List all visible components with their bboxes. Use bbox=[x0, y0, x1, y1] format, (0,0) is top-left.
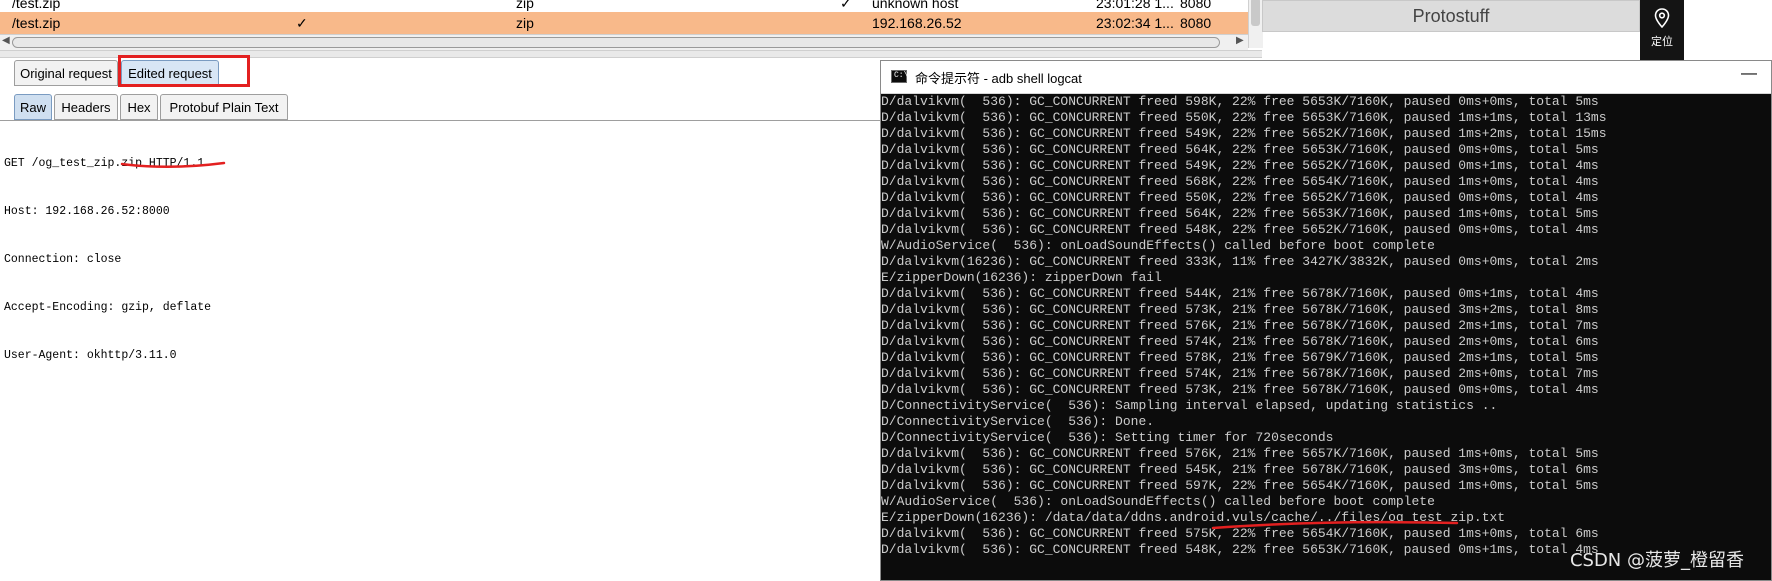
terminal-line: D/dalvikvm(16236): GC_CONCURRENT freed 3… bbox=[881, 254, 1599, 269]
request-line: Accept-Encoding: gzip, deflate bbox=[4, 301, 212, 314]
tab-original-request[interactable]: Original request bbox=[14, 60, 118, 86]
cell-time: 23:01:28 1... bbox=[1096, 0, 1174, 11]
tab-headers[interactable]: Headers bbox=[54, 94, 118, 120]
cmd-app-icon: C:\ bbox=[891, 70, 908, 83]
minimize-button[interactable]: — bbox=[1741, 65, 1757, 83]
terminal-line: D/dalvikvm( 536): GC_CONCURRENT freed 56… bbox=[881, 142, 1599, 157]
tab-divider bbox=[0, 120, 880, 121]
terminal-line: D/dalvikvm( 536): GC_CONCURRENT freed 57… bbox=[881, 302, 1599, 317]
terminal-line: D/dalvikvm( 536): GC_CONCURRENT freed 55… bbox=[881, 190, 1599, 205]
location-pin-icon[interactable] bbox=[1654, 8, 1670, 28]
cell-path: /test.zip bbox=[12, 0, 61, 11]
protostuff-header[interactable]: Protostuff bbox=[1262, 0, 1640, 32]
terminal-line: D/dalvikvm( 536): GC_CONCURRENT freed 57… bbox=[881, 334, 1599, 349]
terminal-line: D/dalvikvm( 536): GC_CONCURRENT freed 59… bbox=[881, 94, 1599, 109]
cell-check: ✓ bbox=[296, 15, 308, 31]
terminal-line: D/dalvikvm( 536): GC_CONCURRENT freed 54… bbox=[881, 462, 1599, 477]
terminal-line: D/dalvikvm( 536): GC_CONCURRENT freed 57… bbox=[881, 382, 1599, 397]
terminal-line: D/dalvikvm( 536): GC_CONCURRENT freed 54… bbox=[881, 126, 1607, 141]
request-line: Connection: close bbox=[4, 253, 122, 266]
tab-protobuf-plain-text[interactable]: Protobuf Plain Text bbox=[160, 94, 288, 120]
cell-extension: zip bbox=[516, 0, 534, 11]
terminal-line: D/ConnectivityService( 536): Setting tim… bbox=[881, 430, 1334, 445]
terminal-line: D/dalvikvm( 536): GC_CONCURRENT freed 55… bbox=[881, 110, 1607, 125]
cell-ip: 192.168.26.52 bbox=[872, 15, 962, 31]
cell-ip: unknown host bbox=[872, 0, 959, 11]
underline-annotation bbox=[120, 161, 226, 169]
cell-port: 8080 bbox=[1180, 15, 1212, 31]
terminal-line: W/AudioService( 536): onLoadSoundEffects… bbox=[881, 238, 1435, 253]
cell-time: 23:02:34 1... bbox=[1096, 15, 1174, 31]
vertical-scrollbar[interactable] bbox=[1248, 0, 1263, 48]
cmd-window[interactable]: C:\ 命令提示符 - adb shell logcat — D/dalvikv… bbox=[880, 60, 1772, 581]
cell-path: /test.zip bbox=[12, 15, 61, 31]
terminal-line: D/dalvikvm( 536): GC_CONCURRENT freed 56… bbox=[881, 174, 1599, 189]
terminal-line: D/dalvikvm( 536): GC_CONCURRENT freed 57… bbox=[881, 318, 1599, 333]
terminal-output[interactable]: D/dalvikvm( 536): GC_CONCURRENT freed 59… bbox=[881, 94, 1771, 558]
window-titlebar[interactable]: C:\ 命令提示符 - adb shell logcat — bbox=[881, 61, 1771, 94]
cell-extension: zip bbox=[516, 15, 534, 31]
scroll-right-icon[interactable]: ▶ bbox=[1236, 35, 1244, 46]
terminal-line: D/dalvikvm( 536): GC_CONCURRENT freed 57… bbox=[881, 446, 1599, 461]
terminal-line: D/dalvikvm( 536): GC_CONCURRENT freed 57… bbox=[881, 350, 1599, 365]
request-line: User-Agent: okhttp/3.11.0 bbox=[4, 349, 177, 362]
terminal-line: D/dalvikvm( 536): GC_CONCURRENT freed 54… bbox=[881, 222, 1599, 237]
request-line: Host: 192.168.26.52:8000 bbox=[4, 205, 170, 218]
terminal-line: D/ConnectivityService( 536): Done. bbox=[881, 414, 1155, 429]
terminal-line: W/AudioService( 536): onLoadSoundEffects… bbox=[881, 494, 1435, 509]
scroll-left-icon[interactable]: ◀ bbox=[2, 35, 10, 46]
terminal-line: D/ConnectivityService( 536): Sampling in… bbox=[881, 398, 1498, 413]
terminal-line: E/zipperDown(16236): zipperDown fail bbox=[881, 270, 1162, 285]
terminal-line: D/dalvikvm( 536): GC_CONCURRENT freed 54… bbox=[881, 286, 1599, 301]
scroll-thumb[interactable] bbox=[12, 37, 1220, 48]
tab-raw[interactable]: Raw bbox=[14, 94, 52, 120]
locate-label[interactable]: 定位 bbox=[1640, 33, 1684, 49]
cell-edited-check: ✓ bbox=[840, 0, 852, 11]
terminal-line: D/dalvikvm( 536): GC_CONCURRENT freed 57… bbox=[881, 366, 1599, 381]
underline-annotation bbox=[1211, 520, 1459, 530]
table-row-selected[interactable]: /test.zip ✓ zip 192.168.26.52 23:02:34 1… bbox=[0, 12, 1248, 34]
terminal-line: D/dalvikvm( 536): GC_CONCURRENT freed 59… bbox=[881, 478, 1599, 493]
tab-hex[interactable]: Hex bbox=[120, 94, 158, 120]
cell-port: 8080 bbox=[1180, 0, 1212, 11]
terminal-line: D/dalvikvm( 536): GC_CONCURRENT freed 54… bbox=[881, 158, 1599, 173]
watermark: CSDN @菠萝_橙留香 bbox=[1569, 550, 1744, 571]
window-title: 命令提示符 - adb shell logcat bbox=[915, 71, 1082, 86]
highlight-annotation bbox=[118, 55, 250, 87]
scroll-thumb[interactable] bbox=[1251, 0, 1260, 26]
horizontal-scrollbar[interactable]: ◀ ▶ bbox=[0, 34, 1248, 50]
terminal-line: D/dalvikvm( 536): GC_CONCURRENT freed 56… bbox=[881, 206, 1599, 221]
